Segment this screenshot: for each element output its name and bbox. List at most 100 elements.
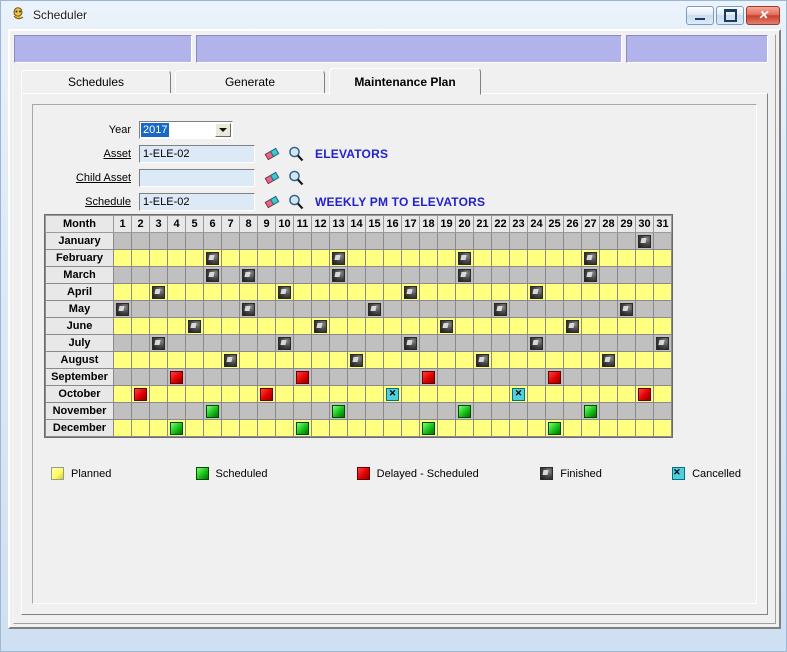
- calendar-cell-august-9[interactable]: [257, 351, 276, 369]
- calendar-cell-april-16[interactable]: [383, 283, 402, 301]
- calendar-cell-june-20[interactable]: [455, 317, 474, 335]
- calendar-cell-december-3[interactable]: [149, 419, 168, 437]
- calendar-cell-july-8[interactable]: [239, 334, 258, 352]
- calendar-cell-may-1[interactable]: [113, 300, 132, 318]
- calendar-cell-december-16[interactable]: [383, 419, 402, 437]
- calendar-cell-march-25[interactable]: [545, 266, 564, 284]
- calendar-cell-february-16[interactable]: [383, 249, 402, 267]
- calendar-cell-august-5[interactable]: [185, 351, 204, 369]
- calendar-cell-october-6[interactable]: [203, 385, 222, 403]
- asset-input[interactable]: 1-ELE-02: [139, 145, 255, 163]
- calendar-cell-august-19[interactable]: [437, 351, 456, 369]
- calendar-cell-february-3[interactable]: [149, 249, 168, 267]
- calendar-cell-july-24[interactable]: [527, 334, 546, 352]
- calendar-cell-may-20[interactable]: [455, 300, 474, 318]
- calendar-cell-february-17[interactable]: [401, 249, 420, 267]
- calendar-cell-december-2[interactable]: [131, 419, 150, 437]
- calendar-cell-april-3[interactable]: [149, 283, 168, 301]
- calendar-cell-january-30[interactable]: [635, 232, 654, 250]
- calendar-cell-june-29[interactable]: [617, 317, 636, 335]
- chevron-down-icon[interactable]: [215, 123, 231, 137]
- calendar-cell-april-6[interactable]: [203, 283, 222, 301]
- child-asset-label[interactable]: Child Asset: [33, 172, 139, 184]
- calendar-cell-june-14[interactable]: [347, 317, 366, 335]
- calendar-cell-april-12[interactable]: [311, 283, 330, 301]
- tab-schedules[interactable]: Schedules: [21, 70, 171, 94]
- calendar-cell-december-26[interactable]: [563, 419, 582, 437]
- calendar-cell-october-3[interactable]: [149, 385, 168, 403]
- calendar-cell-february-13[interactable]: [329, 249, 348, 267]
- calendar-cell-november-9[interactable]: [257, 402, 276, 420]
- calendar-cell-may-8[interactable]: [239, 300, 258, 318]
- calendar-cell-july-25[interactable]: [545, 334, 564, 352]
- calendar-cell-november-10[interactable]: [275, 402, 294, 420]
- calendar-cell-july-6[interactable]: [203, 334, 222, 352]
- calendar-cell-march-16[interactable]: [383, 266, 402, 284]
- calendar-cell-february-22[interactable]: [491, 249, 510, 267]
- calendar-cell-april-13[interactable]: [329, 283, 348, 301]
- calendar-cell-july-7[interactable]: [221, 334, 240, 352]
- calendar-cell-september-7[interactable]: [221, 368, 240, 386]
- calendar-cell-may-5[interactable]: [185, 300, 204, 318]
- calendar-cell-february-21[interactable]: [473, 249, 492, 267]
- calendar-cell-may-13[interactable]: [329, 300, 348, 318]
- calendar-cell-october-27[interactable]: [581, 385, 600, 403]
- calendar-cell-march-14[interactable]: [347, 266, 366, 284]
- calendar-cell-february-23[interactable]: [509, 249, 528, 267]
- child-asset-input[interactable]: [139, 169, 255, 187]
- calendar-cell-april-1[interactable]: [113, 283, 132, 301]
- calendar-cell-april-5[interactable]: [185, 283, 204, 301]
- calendar-cell-august-3[interactable]: [149, 351, 168, 369]
- calendar-cell-october-10[interactable]: [275, 385, 294, 403]
- calendar-cell-june-27[interactable]: [581, 317, 600, 335]
- calendar-cell-january-27[interactable]: [581, 232, 600, 250]
- calendar-cell-august-13[interactable]: [329, 351, 348, 369]
- calendar-cell-october-24[interactable]: [527, 385, 546, 403]
- calendar-cell-november-31[interactable]: [653, 402, 672, 420]
- calendar-cell-august-17[interactable]: [401, 351, 420, 369]
- calendar-cell-august-12[interactable]: [311, 351, 330, 369]
- calendar-cell-march-18[interactable]: [419, 266, 438, 284]
- calendar-cell-may-3[interactable]: [149, 300, 168, 318]
- calendar-cell-may-19[interactable]: [437, 300, 456, 318]
- calendar-cell-june-1[interactable]: [113, 317, 132, 335]
- calendar-cell-july-11[interactable]: [293, 334, 312, 352]
- calendar-cell-may-31[interactable]: [653, 300, 672, 318]
- calendar-cell-april-23[interactable]: [509, 283, 528, 301]
- calendar-cell-september-28[interactable]: [599, 368, 618, 386]
- calendar-cell-july-18[interactable]: [419, 334, 438, 352]
- calendar-cell-november-2[interactable]: [131, 402, 150, 420]
- calendar-cell-december-25[interactable]: [545, 419, 564, 437]
- calendar-cell-april-2[interactable]: [131, 283, 150, 301]
- calendar-cell-november-6[interactable]: [203, 402, 222, 420]
- calendar-cell-february-20[interactable]: [455, 249, 474, 267]
- calendar-cell-november-15[interactable]: [365, 402, 384, 420]
- calendar-cell-november-16[interactable]: [383, 402, 402, 420]
- calendar-cell-august-1[interactable]: [113, 351, 132, 369]
- calendar-cell-december-4[interactable]: [167, 419, 186, 437]
- calendar-cell-august-28[interactable]: [599, 351, 618, 369]
- calendar-cell-june-13[interactable]: [329, 317, 348, 335]
- calendar-cell-december-17[interactable]: [401, 419, 420, 437]
- calendar-cell-december-6[interactable]: [203, 419, 222, 437]
- calendar-cell-january-12[interactable]: [311, 232, 330, 250]
- calendar-cell-september-6[interactable]: [203, 368, 222, 386]
- calendar-cell-may-22[interactable]: [491, 300, 510, 318]
- calendar-cell-november-1[interactable]: [113, 402, 132, 420]
- calendar-cell-july-17[interactable]: [401, 334, 420, 352]
- calendar-cell-may-4[interactable]: [167, 300, 186, 318]
- calendar-cell-january-17[interactable]: [401, 232, 420, 250]
- calendar-cell-january-7[interactable]: [221, 232, 240, 250]
- calendar-cell-february-8[interactable]: [239, 249, 258, 267]
- calendar-cell-october-1[interactable]: [113, 385, 132, 403]
- calendar-cell-april-4[interactable]: [167, 283, 186, 301]
- calendar-cell-june-8[interactable]: [239, 317, 258, 335]
- calendar-cell-february-26[interactable]: [563, 249, 582, 267]
- calendar-cell-march-19[interactable]: [437, 266, 456, 284]
- calendar-cell-march-27[interactable]: [581, 266, 600, 284]
- minimize-button[interactable]: [686, 5, 714, 25]
- calendar-cell-july-12[interactable]: [311, 334, 330, 352]
- calendar-cell-september-14[interactable]: [347, 368, 366, 386]
- calendar-cell-november-22[interactable]: [491, 402, 510, 420]
- calendar-cell-august-27[interactable]: [581, 351, 600, 369]
